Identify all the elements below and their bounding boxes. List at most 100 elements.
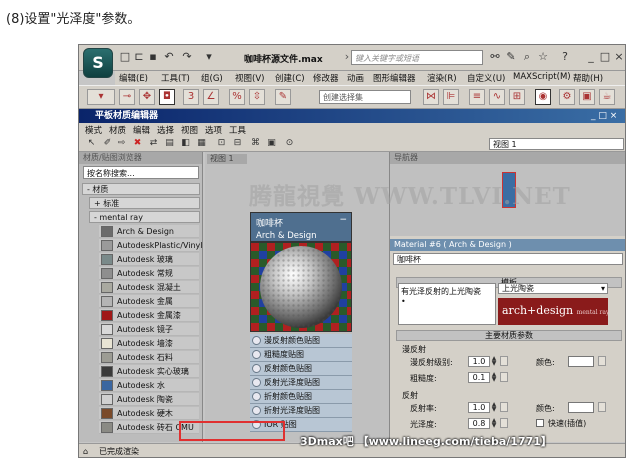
menu-tools[interactable]: 工具(T): [161, 72, 190, 84]
material-list-item[interactable]: Autodesk 硬木: [99, 407, 199, 420]
angle-snap-toggle-icon[interactable]: ∠: [203, 89, 219, 105]
open-folder-icon[interactable]: ⊏: [133, 51, 145, 63]
schematic-view-icon[interactable]: ⊞: [509, 89, 525, 105]
diffuse-level-spinner[interactable]: 1.0: [468, 356, 490, 367]
spinner-arrows-icon[interactable]: ▲ ▼: [491, 418, 497, 429]
rendered-frame-icon[interactable]: ▣: [579, 89, 595, 105]
group-mental-ray[interactable]: - mental ray: [89, 211, 200, 223]
spinner-arrows-icon[interactable]: ▲ ▼: [491, 356, 497, 367]
new-file-icon[interactable]: □: [119, 51, 131, 63]
material-list-item[interactable]: Autodesk 实心玻璃: [99, 365, 199, 378]
subscription-icon[interactable]: ✎: [505, 51, 517, 63]
slate-menu-utilities[interactable]: 工具: [229, 124, 246, 136]
menu-group[interactable]: 组(G): [201, 72, 223, 84]
select-object-icon[interactable]: ◘: [159, 89, 175, 105]
menu-customize[interactable]: 自定义(U): [467, 72, 505, 84]
diffuse-level-map-button[interactable]: [500, 356, 508, 366]
align-icon[interactable]: ⊫: [443, 89, 459, 105]
move-children-icon[interactable]: ⇄: [147, 137, 160, 150]
material-list-item[interactable]: Arch & Design: [99, 225, 199, 238]
search-input[interactable]: 键入关键字或短语: [351, 50, 483, 65]
menu-edit[interactable]: 编辑(E): [119, 72, 148, 84]
roughness-spinner[interactable]: 0.1: [468, 372, 490, 383]
node-header[interactable]: 咖啡杯 − Arch & Design: [250, 212, 352, 242]
binoculars-icon[interactable]: ⚯: [489, 51, 501, 63]
percent-snap-icon[interactable]: %: [229, 89, 245, 105]
node-input-slot[interactable]: 反射颜色贴图: [250, 362, 352, 376]
angle-snap-icon[interactable]: 3: [183, 89, 199, 105]
curve-editor-icon[interactable]: ∿: [489, 89, 505, 105]
hide-unused-slots-icon[interactable]: ▤: [163, 137, 176, 150]
select-tool-icon[interactable]: ↖: [85, 137, 98, 150]
reflectivity-map-button[interactable]: [500, 402, 508, 412]
favorites-star-icon[interactable]: ☆: [537, 51, 549, 63]
reflection-color-map-button[interactable]: [598, 402, 606, 412]
material-list-item[interactable]: Autodesk 常规: [99, 267, 199, 280]
close-icon[interactable]: ×: [613, 51, 625, 63]
spinner-arrows-icon[interactable]: ▲ ▼: [491, 372, 497, 383]
menu-modifiers[interactable]: 修改器: [313, 72, 339, 84]
menu-create[interactable]: 创建(C): [275, 72, 305, 84]
menu-graph-editors[interactable]: 图形编辑器: [373, 72, 416, 84]
mirror-icon[interactable]: ⋈: [423, 89, 439, 105]
spinner-arrows-icon[interactable]: ▲ ▼: [491, 402, 497, 413]
main-params-rollout-header[interactable]: 主要材质参数: [396, 330, 622, 341]
menu-rendering[interactable]: 渲染(R): [427, 72, 457, 84]
slate-menu-edit[interactable]: 编辑: [133, 124, 150, 136]
slate-window-controls[interactable]: _ □ ×: [591, 109, 617, 123]
slot-socket-icon[interactable]: [252, 392, 261, 401]
material-list-item[interactable]: Autodesk 玻璃: [99, 253, 199, 266]
material-list-item[interactable]: Autodesk 墙漆: [99, 337, 199, 350]
material-list-item[interactable]: Autodesk 石料: [99, 351, 199, 364]
reflectivity-spinner[interactable]: 1.0: [468, 402, 490, 413]
spinner-snap-icon[interactable]: ⇳: [249, 89, 265, 105]
layout-all-icon[interactable]: ⊡: [215, 137, 228, 150]
material-node[interactable]: 咖啡杯 − Arch & Design 漫反射颜色贴图 粗糙度贴图 反射颜色贴图…: [250, 212, 352, 442]
material-list-item[interactable]: Autodesk 陶瓷: [99, 393, 199, 406]
project-icon[interactable]: ▾: [203, 51, 215, 63]
slate-menu-select[interactable]: 选择: [157, 124, 174, 136]
browser-search-input[interactable]: 按名称搜索...: [83, 166, 199, 179]
slate-menu-modes[interactable]: 模式: [85, 124, 102, 136]
slot-socket-icon[interactable]: [252, 378, 261, 387]
glossiness-spinner[interactable]: 0.8: [468, 418, 490, 429]
group-standard[interactable]: + 标准: [89, 197, 200, 209]
material-list-item[interactable]: Autodesk 金属: [99, 295, 199, 308]
eyedropper-icon[interactable]: ✐: [101, 137, 114, 150]
material-editor-icon[interactable]: ◉: [535, 89, 551, 105]
template-dropdown[interactable]: 上光陶瓷 ▾: [498, 283, 608, 294]
slate-menu-material[interactable]: 材质: [109, 124, 126, 136]
roughness-map-button[interactable]: [500, 372, 508, 382]
communication-icon[interactable]: ⌕: [521, 51, 533, 63]
node-input-slot[interactable]: 折射颜色贴图: [250, 390, 352, 404]
slot-socket-icon[interactable]: [252, 336, 261, 345]
menu-animation[interactable]: 动画: [347, 72, 364, 84]
redo-icon[interactable]: ↷: [181, 51, 193, 63]
node-input-slot[interactable]: 折射光泽度贴图: [250, 404, 352, 418]
material-map-navigator-icon[interactable]: ⌘: [249, 137, 262, 150]
reflection-color-swatch[interactable]: [568, 402, 594, 413]
select-link-icon[interactable]: ⊸: [119, 89, 135, 105]
slate-menu-options[interactable]: 选项: [205, 124, 222, 136]
undo-redo-dropdown[interactable]: ▾: [87, 89, 115, 105]
diffuse-color-swatch[interactable]: [568, 356, 594, 367]
parameter-editor-icon[interactable]: ▣: [265, 137, 278, 150]
menu-help[interactable]: 帮助(H): [573, 72, 603, 84]
render-teapot-icon[interactable]: ☕: [599, 89, 615, 105]
material-list-item[interactable]: Autodesk 混凝土: [99, 281, 199, 294]
select-by-material-icon[interactable]: ⊙: [283, 137, 296, 150]
view-tab[interactable]: 视图 1: [207, 154, 247, 164]
material-list-item[interactable]: AutodeskPlastic/Vinyl: [99, 239, 203, 252]
slot-socket-icon[interactable]: [252, 350, 261, 359]
node-input-slot[interactable]: 漫反射颜色贴图: [250, 334, 352, 348]
show-map-icon[interactable]: ◧: [179, 137, 192, 150]
show-background-icon[interactable]: ▦: [195, 137, 208, 150]
assign-material-icon[interactable]: ⇨: [115, 137, 128, 150]
layout-children-icon[interactable]: ⊟: [231, 137, 244, 150]
slate-menu-view[interactable]: 视图: [181, 124, 198, 136]
slot-socket-icon[interactable]: [252, 406, 261, 415]
material-list-item[interactable]: Autodesk 水: [99, 379, 199, 392]
menu-views[interactable]: 视图(V): [235, 72, 264, 84]
slot-socket-icon[interactable]: [252, 364, 261, 373]
minimize-icon[interactable]: _: [585, 51, 597, 63]
